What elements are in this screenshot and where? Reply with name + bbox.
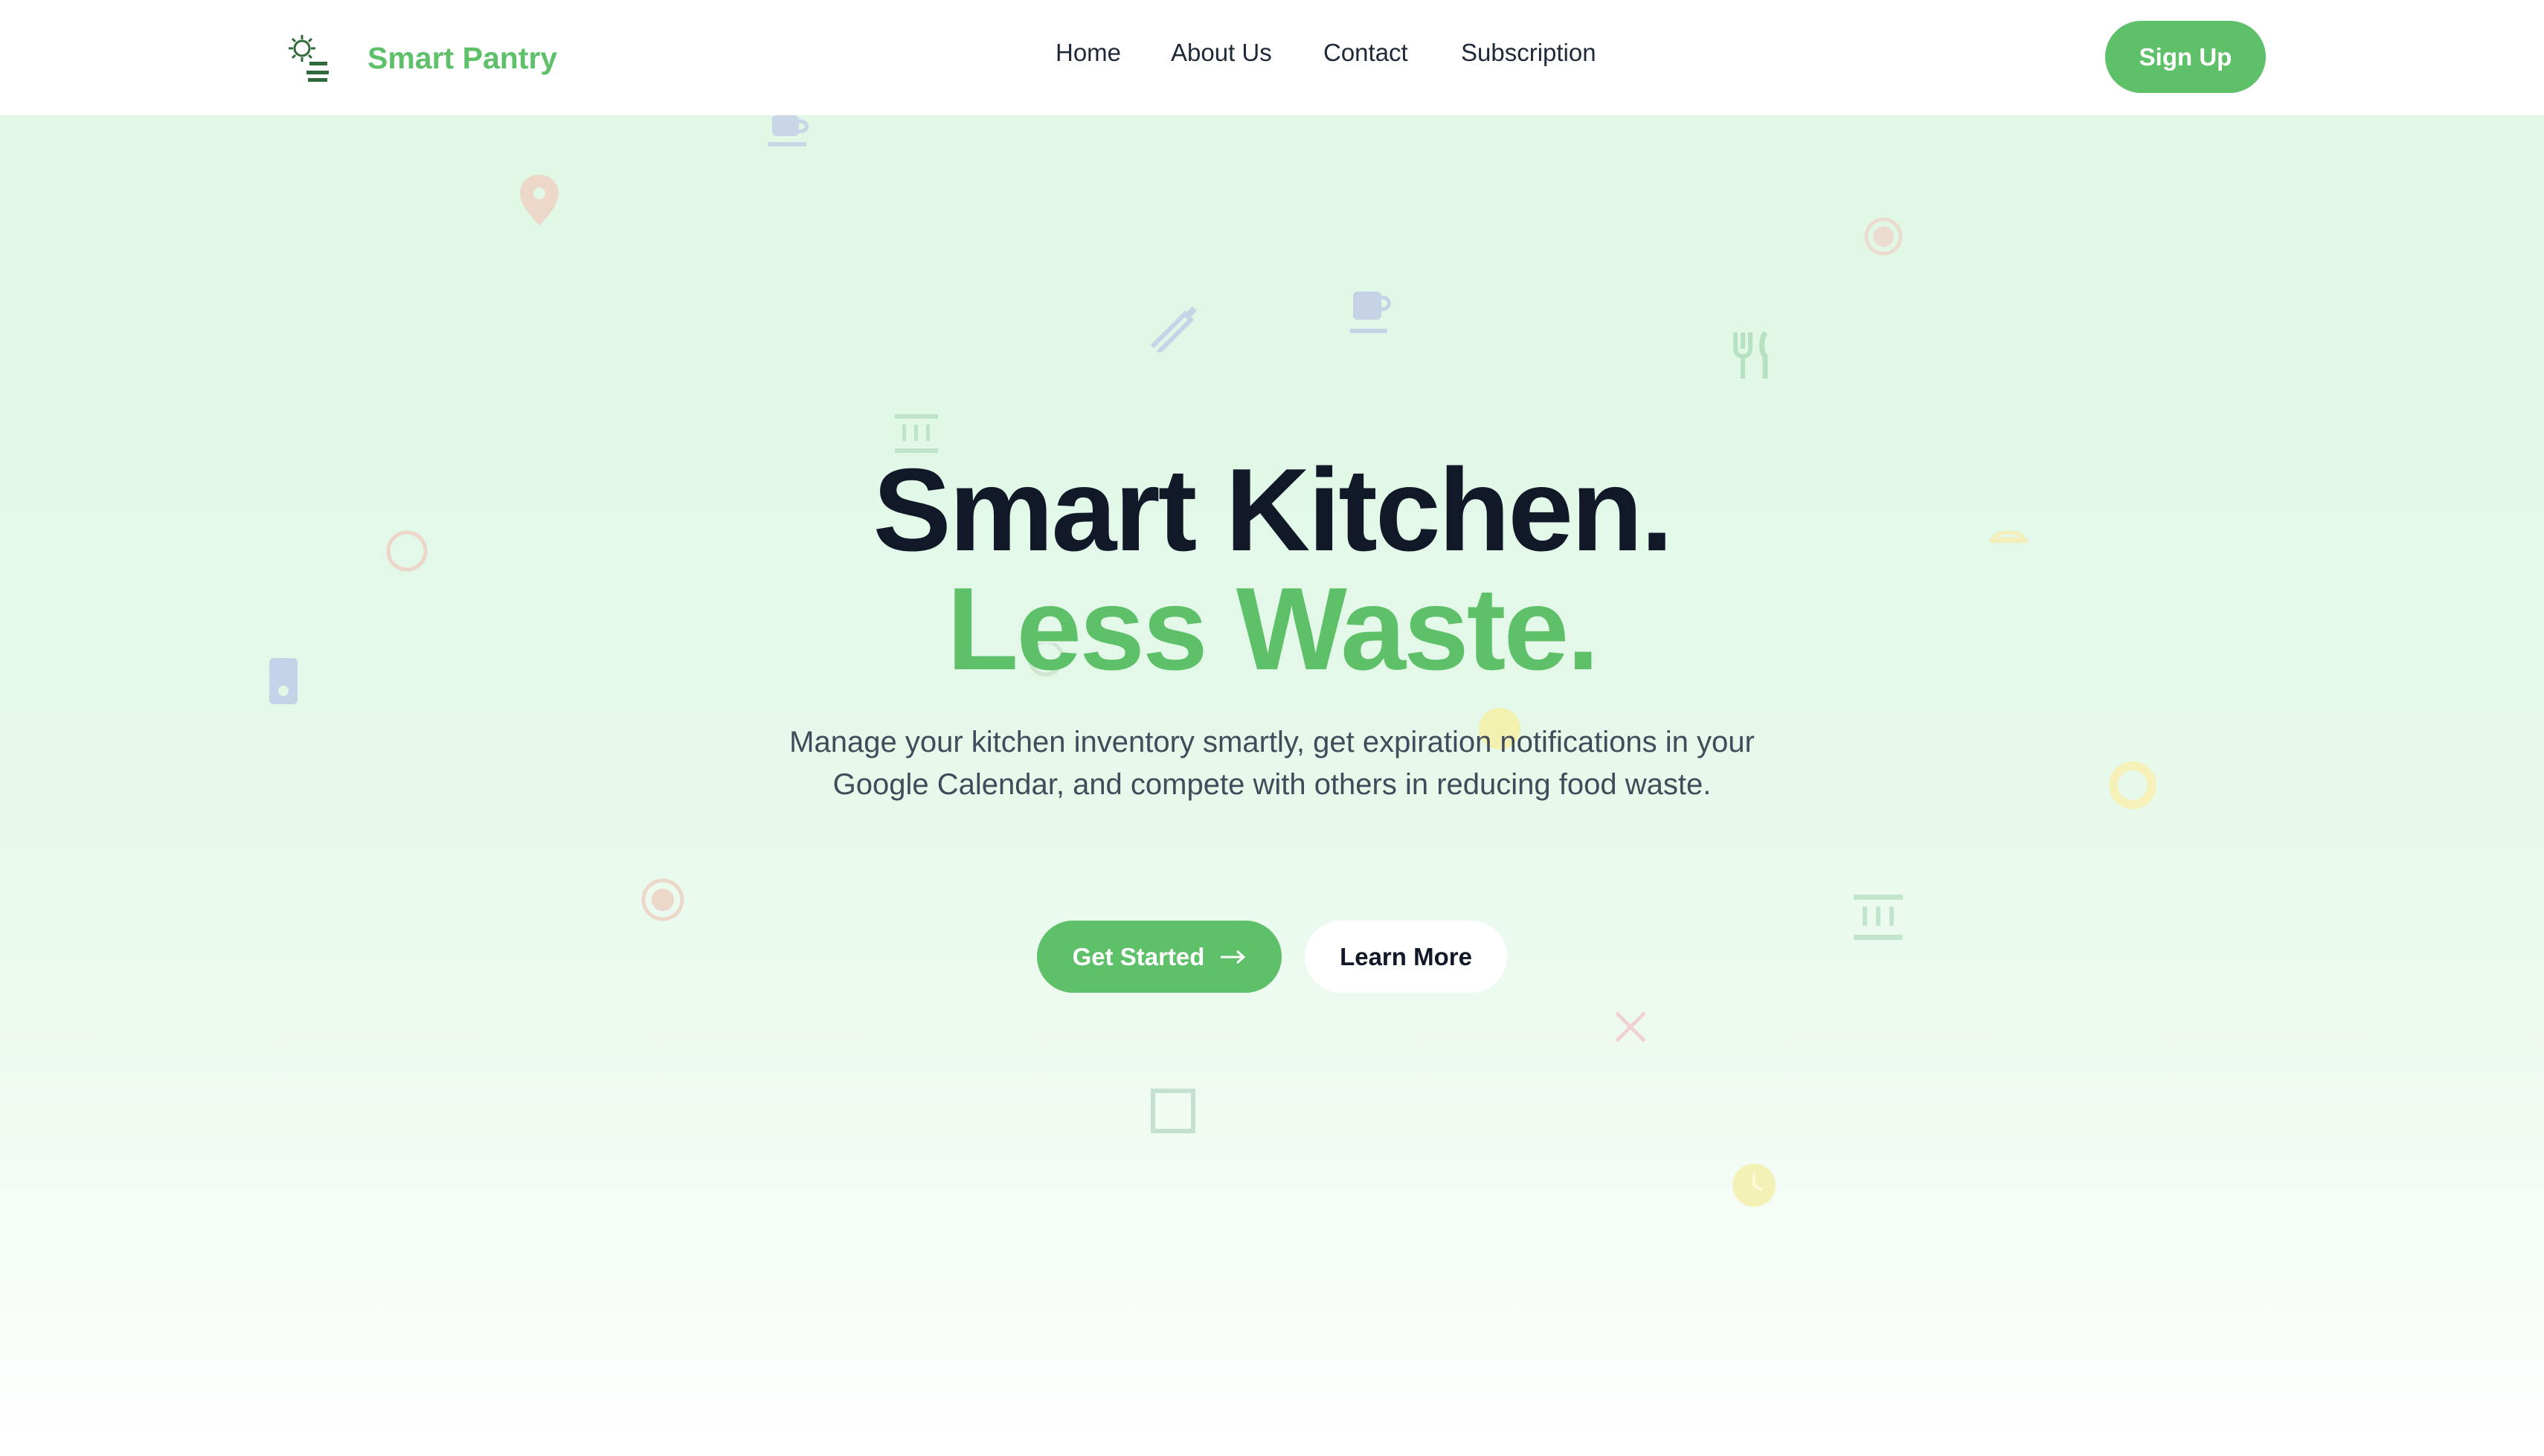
nav-link-home[interactable]: Home <box>1056 39 1121 67</box>
nav-link-contact[interactable]: Contact <box>1323 39 1408 67</box>
arrow-right-icon <box>1221 950 1246 964</box>
square-icon <box>1151 1089 1195 1133</box>
target-icon <box>641 878 684 921</box>
coffee-cup-icon <box>1350 291 1391 333</box>
nav-link-about-us[interactable]: About Us <box>1171 39 1272 67</box>
utensils-icon <box>1733 331 1768 379</box>
hero-title-line2: Less Waste. <box>946 564 1599 695</box>
get-started-label: Get Started <box>1072 942 1205 970</box>
learn-more-button[interactable]: Learn More <box>1305 921 1507 993</box>
navbar: Smart Pantry Home About Us Contact Subsc… <box>0 0 2544 115</box>
hero-description: Manage your kitchen inventory smartly, g… <box>789 726 1755 801</box>
sign-up-button[interactable]: Sign Up <box>2105 21 2266 93</box>
close-icon <box>1615 1011 1646 1043</box>
bars-icon <box>1854 895 1903 940</box>
map-pin-icon <box>520 175 559 225</box>
target-icon <box>1864 217 1903 256</box>
get-started-button[interactable]: Get Started <box>1037 921 1282 993</box>
coffee-cup-icon <box>768 115 809 146</box>
ring-icon <box>2109 761 2156 809</box>
nav-link-subscription[interactable]: Subscription <box>1461 39 1596 67</box>
clock-icon <box>1732 1164 1776 1207</box>
hero-section: Smart Kitchen. Less Waste. Manage your k… <box>0 115 2544 1456</box>
pencil-icon <box>1150 306 1197 352</box>
hero-title-line1: Smart Kitchen. <box>873 445 1673 576</box>
